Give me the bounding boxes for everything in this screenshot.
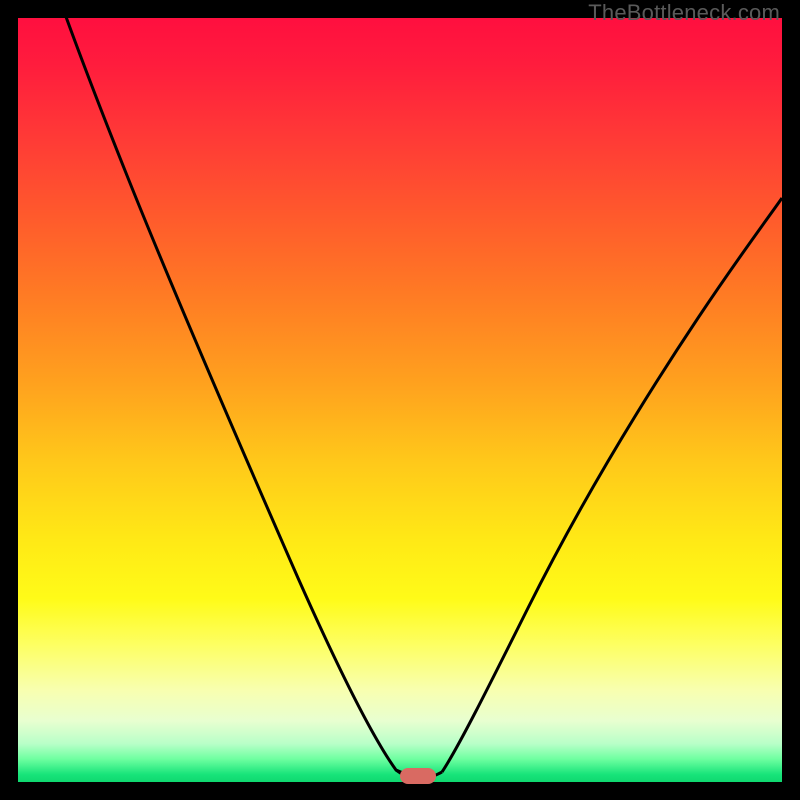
chart-frame: TheBottleneck.com bbox=[0, 0, 800, 800]
optimal-marker bbox=[400, 768, 436, 784]
plot-area bbox=[18, 18, 782, 782]
attribution-label: TheBottleneck.com bbox=[588, 0, 780, 26]
curve-left-branch bbox=[28, 18, 410, 776]
curve-right-branch bbox=[442, 198, 782, 772]
bottleneck-curve bbox=[18, 18, 782, 782]
